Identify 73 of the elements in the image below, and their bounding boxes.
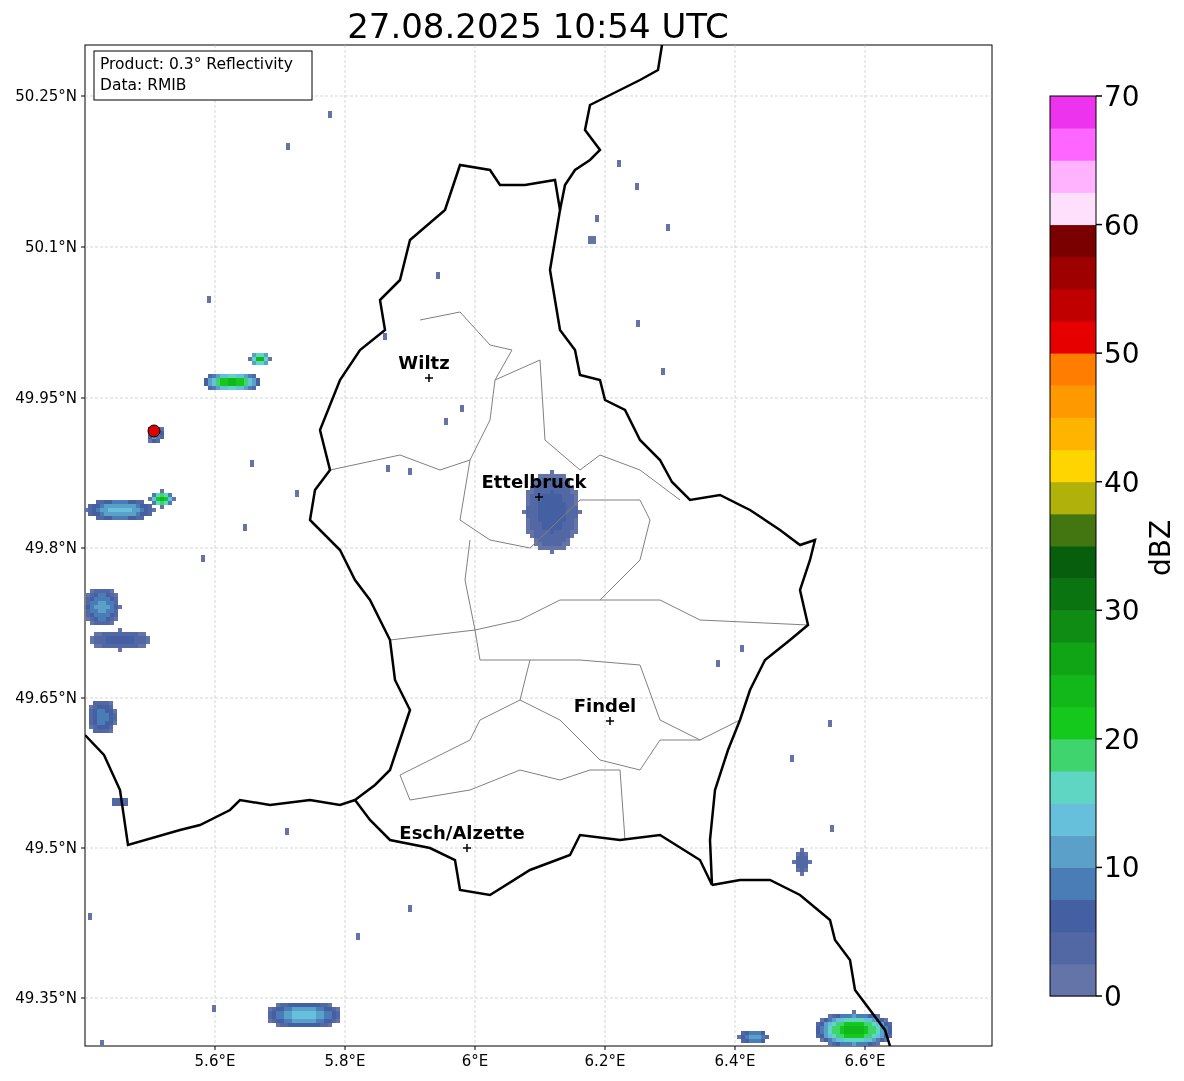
colorbar-tick-label: 50 (1104, 337, 1140, 371)
city-marker (534, 492, 544, 502)
radar-echo (661, 368, 665, 375)
radar-echo (716, 660, 720, 667)
radar-echo (212, 1005, 216, 1012)
radar-echo (243, 524, 247, 531)
radar-echo (436, 272, 440, 279)
colorbar-label: dBZ (1144, 519, 1177, 577)
radar-echo (666, 224, 670, 231)
radar-echo (830, 825, 834, 832)
axis-tick-label: 5.8°E (324, 1052, 366, 1070)
radar-echo (383, 333, 387, 340)
axis-tick-label: 6.2°E (584, 1052, 626, 1070)
radar-echo (285, 828, 289, 835)
radar-echo (408, 468, 412, 475)
radar-echo (740, 645, 744, 652)
colorbar-tick-label: 20 (1104, 722, 1140, 756)
radar-echo (88, 913, 92, 920)
radar-echo (204, 374, 260, 390)
radar-echo (792, 848, 812, 876)
radar-echo (460, 405, 464, 412)
axis-tick-label: 6.6°E (844, 1052, 886, 1070)
radar-echo (828, 720, 832, 727)
radar-echo (286, 143, 290, 150)
radar-echo (386, 465, 390, 472)
radar-echo (201, 555, 205, 562)
axis-tick-label: 49.35°N (15, 989, 77, 1007)
city-marker (424, 373, 434, 383)
radar-echo (112, 798, 128, 806)
colorbar-tick-label: 60 (1104, 208, 1140, 242)
radar-echo (588, 236, 596, 244)
axis-tick-label: 49.8°N (24, 539, 77, 557)
colorbar-tick-label: 10 (1104, 851, 1140, 885)
city-marker (605, 716, 615, 726)
radar-echo (408, 905, 412, 912)
axis-tick-label: 5.6°E (194, 1052, 236, 1070)
radar-echo (790, 755, 794, 762)
radar-echo (248, 353, 272, 365)
axis-tick-label: 49.95°N (15, 389, 77, 407)
axis-tick-label: 49.65°N (15, 689, 77, 707)
radar-site-marker (147, 424, 161, 438)
city-label: Esch/Alzette (399, 822, 525, 843)
axis-tick-label: 50.25°N (15, 87, 77, 105)
radar-echo (85, 589, 122, 625)
radar-echo (250, 460, 254, 467)
radar-echo (100, 1040, 104, 1046)
axis-tick-label: 49.5°N (24, 839, 77, 857)
colorbar-tick-label: 30 (1104, 594, 1140, 628)
radar-echo (90, 628, 150, 652)
colorbar-tick-label: 0 (1104, 980, 1122, 1013)
radar-echo (328, 111, 332, 118)
radar-echo (268, 1003, 340, 1027)
chart-title: 27.08.2025 10:54 UTC (347, 6, 729, 46)
radar-echo (444, 418, 448, 425)
axis-tick-label: 6.4°E (714, 1052, 756, 1070)
radar-echo (635, 183, 639, 190)
city-label: Findel (573, 695, 637, 716)
axis-tick-label: 6°E (461, 1052, 489, 1070)
colorbar-tick-label: 70 (1104, 80, 1140, 113)
axis-tick-label: 50.1°N (24, 238, 77, 256)
radar-echo (617, 160, 621, 167)
radar-echo (89, 701, 117, 733)
city-label: Wiltz (398, 352, 450, 373)
info-text: Product: 0.3° Reflectivity (100, 55, 293, 73)
radar-echo (356, 933, 360, 940)
radar-echo (636, 320, 640, 327)
radar-echo (595, 215, 599, 222)
radar-echo (295, 490, 299, 497)
info-text: Data: RMIB (100, 76, 187, 94)
radar-echo (207, 296, 211, 303)
city-marker (462, 843, 472, 853)
radar-echo (737, 1031, 769, 1043)
colorbar-tick-label: 40 (1104, 465, 1140, 499)
